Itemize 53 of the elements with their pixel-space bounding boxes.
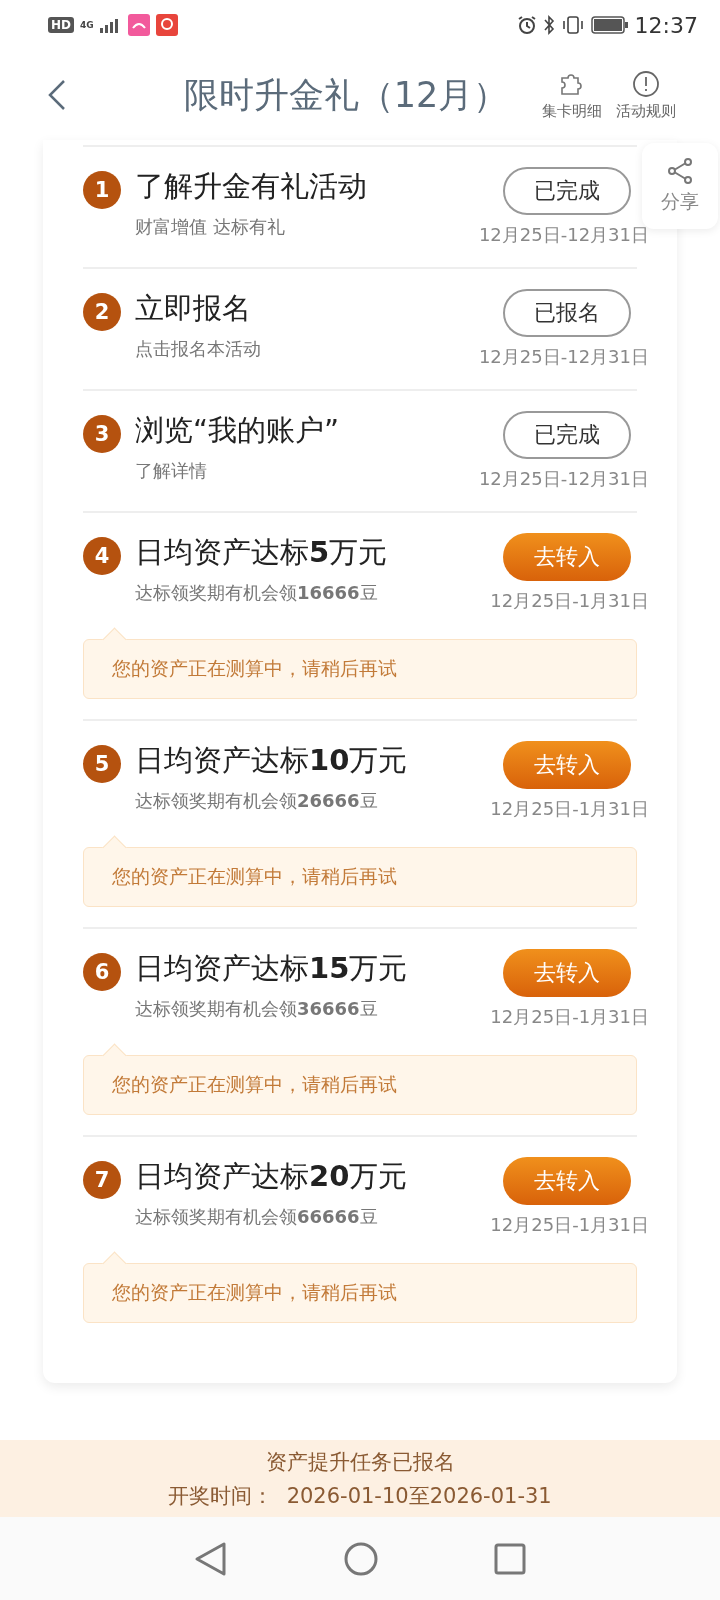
task-subtitle: 了解详情 (135, 459, 208, 483)
status-button[interactable]: 已报名 (503, 289, 631, 337)
tip-text: 您的资产正在测算中，请稍后再试 (112, 864, 397, 889)
date-range: 12月25日-12月31日 (478, 345, 649, 369)
task-title: 日均资产达标20万元 (135, 1158, 408, 1195)
task-subtitle: 达标领奖期有机会领66666豆 (135, 1205, 379, 1229)
home-nav-icon[interactable] (343, 1540, 379, 1577)
enrollment-status: 资产提升任务已报名 (265, 1448, 455, 1476)
draw-time: 开奖时间： 2026-01-10至2026-01-31 (168, 1482, 552, 1510)
alert-icon (632, 69, 660, 98)
page-title: 限时升金礼（12月） (182, 73, 510, 117)
app-icon (155, 14, 178, 36)
app-icon (127, 14, 150, 36)
step-number: 4 (83, 537, 121, 575)
date-range: 12月25日-1月31日 (490, 797, 649, 821)
tip-text: 您的资产正在测算中，请稍后再试 (112, 1280, 397, 1305)
back-nav-icon[interactable] (194, 1540, 228, 1577)
step-number: 6 (83, 953, 121, 991)
step-number: 5 (83, 745, 121, 783)
task-title: 日均资产达标5万元 (135, 534, 388, 571)
date-range: 12月25日-1月31日 (490, 589, 649, 613)
step-number: 3 (83, 415, 121, 453)
date-range: 12月25日-1月31日 (490, 1213, 649, 1237)
task-subtitle: 达标领奖期有机会领16666豆 (135, 581, 379, 605)
task-title: 立即报名 (135, 290, 252, 327)
tip-text: 您的资产正在测算中，请稍后再试 (112, 1072, 397, 1097)
task-subtitle: 点击报名本活动 (135, 337, 261, 361)
step-number: 2 (83, 293, 121, 331)
network-type: 4G (80, 20, 94, 30)
task-title: 日均资产达标15万元 (135, 950, 408, 987)
date-range: 12月25日-12月31日 (478, 467, 649, 491)
step-number: 1 (83, 171, 121, 209)
date-range: 12月25日-1月31日 (490, 1005, 649, 1029)
bluetooth-icon (542, 15, 555, 35)
hd-indicator: HD (48, 17, 74, 33)
task-title: 浏览“我的账户” (135, 412, 340, 449)
tip-text: 您的资产正在测算中，请稍后再试 (112, 656, 397, 681)
alarm-icon (516, 15, 537, 35)
share-icon (666, 157, 694, 185)
task-subtitle: 财富增值 达标有礼 (135, 215, 286, 239)
header-action[interactable]: 集卡明细 (542, 69, 602, 121)
status-button[interactable]: 已完成 (503, 167, 631, 215)
vibrate-icon (560, 15, 585, 35)
status-button[interactable]: 已完成 (503, 411, 631, 459)
task-subtitle: 达标领奖期有机会领36666豆 (135, 997, 379, 1021)
step-number: 7 (83, 1161, 121, 1199)
clock-time: 12:37 (634, 12, 698, 38)
recents-nav-icon[interactable] (494, 1542, 526, 1575)
header-action[interactable]: 活动规则 (616, 69, 676, 121)
task-title: 日均资产达标10万元 (135, 742, 408, 779)
task-subtitle: 达标领奖期有机会领26666豆 (135, 789, 379, 813)
battery-icon (590, 16, 629, 34)
task-title: 了解升金有礼活动 (135, 168, 367, 205)
